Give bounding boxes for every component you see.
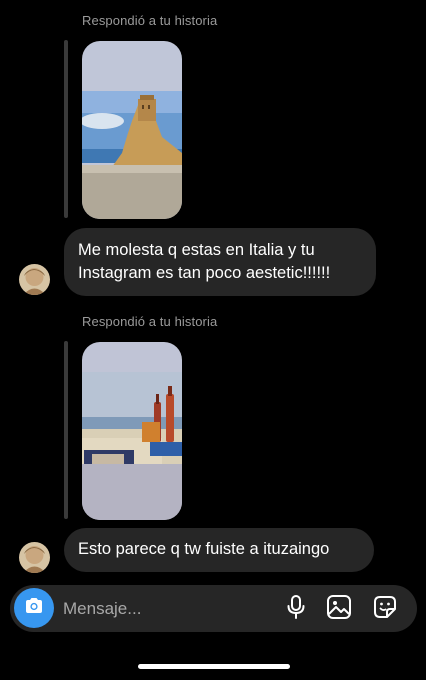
message-text-line: Esto parece q tw fuiste a ituzaingo	[78, 540, 330, 558]
story-reply-label: Respondió a tu historia	[82, 314, 218, 329]
story-reply-label: Respondió a tu historia	[82, 13, 218, 28]
gallery-icon	[326, 594, 352, 625]
message-text-line: Instagram es tan poco aestetic!!!!!!	[78, 264, 331, 282]
microphone-button[interactable]	[282, 594, 310, 625]
sticker-icon	[372, 594, 398, 625]
story-thumbnail[interactable]	[82, 41, 182, 219]
message-input[interactable]	[63, 597, 263, 621]
message-bubble[interactable]: Me molesta q estas en Italia y tu Instag…	[64, 228, 376, 296]
story-thumbnail[interactable]	[82, 342, 182, 520]
microphone-icon	[285, 594, 307, 625]
story-reply-bar	[64, 40, 68, 218]
home-indicator	[138, 664, 290, 669]
camera-button[interactable]	[14, 588, 54, 628]
camera-icon	[23, 595, 45, 622]
gallery-button[interactable]	[325, 594, 353, 625]
message-text-line: Me molesta q estas en Italia y tu	[78, 241, 315, 259]
avatar[interactable]	[19, 264, 50, 295]
message-composer	[10, 585, 417, 632]
message-bubble[interactable]: Esto parece q tw fuiste a ituzaingo	[64, 528, 374, 572]
avatar[interactable]	[19, 542, 50, 573]
story-reply-bar	[64, 341, 68, 519]
sticker-button[interactable]	[371, 595, 399, 623]
